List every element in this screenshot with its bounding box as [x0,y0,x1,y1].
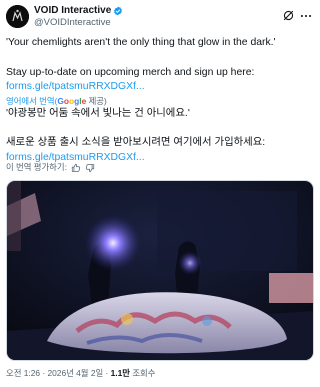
view-count: 1.1만 [110,368,130,378]
post-text-signup: Stay up-to-date on upcoming merch and si… [6,66,255,78]
signup-link[interactable]: forms.gle/tpatsmuRRXDGXf... [6,80,314,95]
post-text-quote: 'Your chemlights aren't the only thing t… [6,37,276,48]
translation-notice-label[interactable]: 영어에서 번역( [6,96,57,106]
view-count-label: 조회수 [130,368,156,378]
google-logo: Google [57,95,87,106]
verified-badge-icon [114,6,123,16]
more-options-icon[interactable] [299,9,313,23]
post-image[interactable] [6,180,314,361]
post-timestamp[interactable]: 오전 1:26 · 2026년 4월 2일 · [6,368,111,378]
user-handle[interactable]: @VOIDInteractive [34,17,111,29]
post-body: 'Your chemlights aren't the only thing t… [6,36,314,165]
thumbs-up-icon[interactable] [71,163,81,173]
post-meta: 오전 1:26 · 2026년 4월 2일 · 1.1만 조회수 [6,368,155,379]
translated-signup: 새로운 상품 출시 소식을 받아보시려면 여기에서 가입하세요: [6,137,266,148]
thumbs-down-icon[interactable] [85,163,95,173]
translation-notice: 영어에서 번역(Google 제공) [6,96,314,107]
post-header: VOID Interactive @VOIDInteractive [6,5,314,29]
grok-icon[interactable] [282,9,295,22]
translated-quote: '야광봉만 어둠 속에서 빛나는 건 아니에요.' [6,107,190,119]
display-name[interactable]: VOID Interactive [34,5,111,17]
translation-notice-suffix: 제공) [86,95,107,106]
name-row: VOID Interactive [34,5,123,17]
rate-translation-label: 이 번역 평가하기: [6,162,67,172]
rate-translation: 이 번역 평가하기: [6,162,95,173]
avatar[interactable] [6,5,29,28]
